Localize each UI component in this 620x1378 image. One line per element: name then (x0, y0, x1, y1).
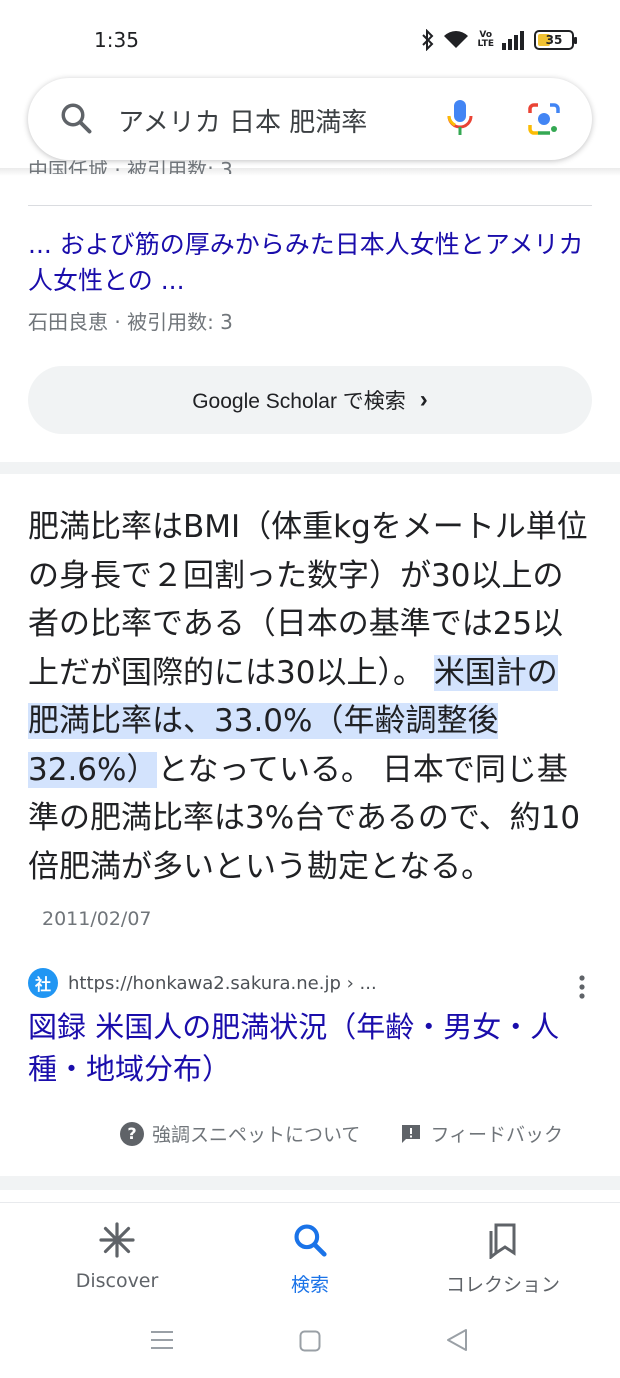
nav-search[interactable]: 検索 (230, 1221, 390, 1297)
search-bar[interactable]: アメリカ 日本 肥満率 (28, 78, 592, 160)
divider (28, 205, 592, 206)
nav-collections[interactable]: コレクション (423, 1221, 583, 1297)
battery-level: 35 (545, 33, 563, 47)
nav-discover-label: Discover (75, 1270, 159, 1292)
mic-icon[interactable] (446, 98, 474, 138)
status-bar: 1:35 Vo LTE 35 (0, 0, 620, 80)
search-query[interactable]: アメリカ 日本 肥満率 (118, 102, 367, 139)
lens-icon[interactable] (526, 101, 562, 137)
bottom-navigation: Discover 検索 コレクション (0, 1202, 620, 1302)
nav-collections-label: コレクション (445, 1274, 560, 1296)
snippet-date: 2011/02/07 (42, 908, 152, 930)
section-separator (0, 1176, 620, 1190)
scholar-search-button[interactable]: Google Scholar で検索 › (28, 366, 592, 434)
feedback-link[interactable]: フィードバック (400, 1120, 563, 1147)
volte-icon: Vo LTE (477, 30, 494, 49)
back-icon[interactable] (446, 1328, 468, 1352)
snippet-result-title[interactable]: 図録 米国人の肥満状況（年齢・男女・人種・地域分布） (28, 1006, 588, 1090)
scholar-search-label: Google Scholar で検索 (192, 390, 406, 413)
asterisk-icon (99, 1222, 135, 1258)
source-url[interactable]: https://honkawa2.sakura.ne.jp › ... (68, 973, 377, 994)
nav-search-label: 検索 (290, 1274, 329, 1296)
snippet-footer: ? 強調スニペットについて フィードバック (120, 1120, 600, 1147)
search-icon (294, 1224, 327, 1257)
about-snippet-link[interactable]: ? 強調スニペットについて (120, 1120, 360, 1147)
system-navigation (0, 1302, 620, 1378)
wifi-icon (444, 31, 469, 48)
section-separator (0, 462, 620, 474)
home-icon[interactable] (299, 1330, 321, 1352)
recent-apps-icon[interactable] (151, 1330, 173, 1350)
help-icon: ? (120, 1121, 144, 1146)
search-icon[interactable] (58, 100, 94, 136)
bluetooth-icon (422, 29, 434, 51)
collections-bookmark-icon (489, 1223, 516, 1261)
feedback-icon (402, 1124, 421, 1143)
status-icons: Vo LTE 35 (421, 28, 577, 52)
scholar-result-meta: 石田良恵 · 被引用数: 3 (28, 310, 233, 334)
featured-snippet-text: 肥満比率はBMI（体重kgをメートル単位の身長で２回割った数字）が30以上の者の… (28, 503, 588, 944)
signal-icon (502, 31, 524, 50)
status-time: 1:35 (94, 28, 139, 52)
about-snippet-label: 強調スニペットについて (152, 1124, 361, 1146)
feedback-label: フィードバック (430, 1124, 564, 1146)
nav-discover[interactable]: Discover (37, 1221, 197, 1292)
snippet-source[interactable]: 社 https://honkawa2.sakura.ne.jp › ... (28, 968, 377, 998)
battery-icon: 35 (534, 30, 577, 50)
more-vert-icon[interactable] (570, 974, 594, 1000)
site-favicon-icon: 社 (28, 968, 58, 998)
chevron-right-icon: › (419, 386, 428, 413)
scholar-result-link[interactable]: ... および筋の厚みからみた日本人女性とアメリカ人女性との ... (28, 227, 592, 299)
scholar-previous-meta: 中国任城 · 被引用数: 3 (28, 158, 233, 174)
